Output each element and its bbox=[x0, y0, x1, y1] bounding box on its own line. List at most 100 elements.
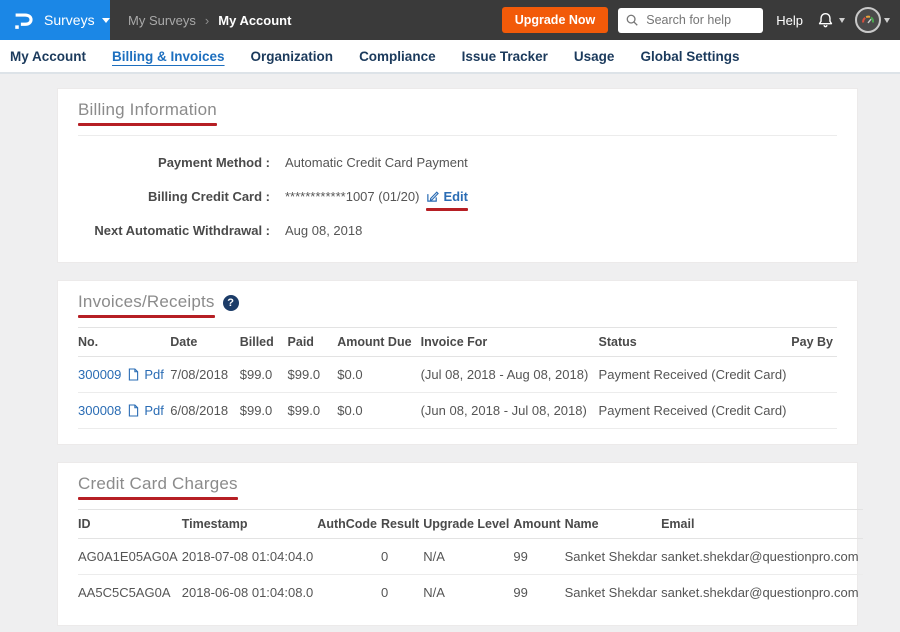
annotation-underline bbox=[78, 123, 217, 126]
invoice-number-link[interactable]: 300009 bbox=[78, 367, 121, 382]
col-no: No. bbox=[78, 328, 170, 357]
tab-organization[interactable]: Organization bbox=[251, 49, 334, 64]
col-paid: Paid bbox=[288, 328, 338, 357]
section-title: Credit Card Charges bbox=[78, 474, 238, 493]
charge-email: sanket.shekdar@questionpro.com bbox=[661, 575, 862, 611]
invoice-number-link[interactable]: 300008 bbox=[78, 403, 121, 418]
invoice-pdf-link[interactable]: Pdf bbox=[144, 403, 164, 418]
help-link[interactable]: Help bbox=[776, 13, 803, 28]
col-timestamp: Timestamp bbox=[182, 510, 318, 539]
charge-result: 0 bbox=[381, 575, 423, 611]
pdf-icon bbox=[128, 368, 139, 381]
next-withdrawal-row: Next Automatic Withdrawal : Aug 08, 2018 bbox=[78, 213, 837, 247]
invoice-status: Payment Received (Credit Card) bbox=[599, 393, 792, 429]
charge-timestamp: 2018-07-08 01:04:04.0 bbox=[182, 539, 318, 575]
charge-id: AA5C5C5AG0A bbox=[78, 575, 182, 611]
invoice-status: Payment Received (Credit Card) bbox=[599, 357, 792, 393]
field-label: Payment Method : bbox=[78, 155, 270, 170]
notifications-button[interactable] bbox=[815, 10, 845, 31]
avatar bbox=[855, 7, 881, 33]
invoice-for: (Jun 08, 2018 - Jul 08, 2018) bbox=[421, 393, 599, 429]
invoice-pdf-link[interactable]: Pdf bbox=[144, 367, 164, 382]
chevron-down-icon bbox=[884, 18, 890, 23]
account-nav: My Account Billing & Invoices Organizati… bbox=[0, 40, 900, 74]
charges-table: ID Timestamp AuthCode Result Upgrade Lev… bbox=[78, 509, 863, 610]
payment-method-row: Payment Method : Automatic Credit Card P… bbox=[78, 145, 837, 179]
help-icon[interactable]: ? bbox=[223, 295, 239, 311]
tab-issue-tracker[interactable]: Issue Tracker bbox=[462, 49, 548, 64]
charge-email: sanket.shekdar@questionpro.com bbox=[661, 539, 862, 575]
billing-information-card: Billing Information Payment Method : Aut… bbox=[57, 88, 858, 263]
edit-credit-card-link[interactable]: Edit bbox=[443, 189, 468, 204]
breadcrumb-separator-icon: › bbox=[205, 13, 209, 28]
product-switcher[interactable]: Surveys bbox=[0, 0, 110, 40]
payment-method-value: Automatic Credit Card Payment bbox=[285, 155, 468, 170]
col-amount-due: Amount Due bbox=[337, 328, 420, 357]
chevron-down-icon bbox=[839, 18, 845, 23]
search-input[interactable] bbox=[644, 12, 756, 28]
charge-row: AA5C5C5AG0A 2018-06-08 01:04:08.0 0 N/A … bbox=[78, 575, 863, 611]
bell-icon bbox=[815, 10, 836, 31]
account-menu-button[interactable] bbox=[855, 7, 890, 33]
invoice-amount-due: $0.0 bbox=[337, 357, 420, 393]
chevron-down-icon bbox=[102, 18, 110, 23]
upgrade-now-button[interactable]: Upgrade Now bbox=[502, 7, 609, 33]
tab-compliance[interactable]: Compliance bbox=[359, 49, 436, 64]
next-withdrawal-value: Aug 08, 2018 bbox=[285, 223, 362, 238]
col-upgrade-level: Upgrade Level bbox=[423, 510, 513, 539]
product-name: Surveys bbox=[44, 12, 95, 28]
col-billed: Billed bbox=[240, 328, 288, 357]
invoice-for: (Jul 08, 2018 - Aug 08, 2018) bbox=[421, 357, 599, 393]
gauge-icon bbox=[858, 10, 878, 30]
charge-authcode bbox=[317, 575, 381, 611]
invoice-amount-due: $0.0 bbox=[337, 393, 420, 429]
invoice-row: 300008 Pdf 6/08/2018 $99.0 $99.0 $0.0 bbox=[78, 393, 837, 429]
invoice-billed: $99.0 bbox=[240, 393, 288, 429]
section-title: Billing Information bbox=[78, 100, 217, 119]
breadcrumb-parent[interactable]: My Surveys bbox=[128, 13, 196, 28]
charge-authcode bbox=[317, 539, 381, 575]
charge-amount: 99 bbox=[513, 539, 564, 575]
charge-result: 0 bbox=[381, 539, 423, 575]
charge-upgrade-level: N/A bbox=[423, 575, 513, 611]
col-pay-by: Pay By bbox=[791, 328, 837, 357]
breadcrumb: My Surveys › My Account bbox=[128, 13, 291, 28]
invoice-paid: $99.0 bbox=[288, 357, 338, 393]
invoices-receipts-card: Invoices/Receipts ? No. Date Billed Paid… bbox=[57, 280, 858, 445]
invoice-pay-by bbox=[791, 357, 837, 393]
invoice-billed: $99.0 bbox=[240, 357, 288, 393]
invoices-table: No. Date Billed Paid Amount Due Invoice … bbox=[78, 327, 837, 429]
annotation-underline bbox=[426, 208, 468, 211]
tab-billing-invoices[interactable]: Billing & Invoices bbox=[112, 49, 225, 64]
col-authcode: AuthCode bbox=[317, 510, 381, 539]
tab-global-settings[interactable]: Global Settings bbox=[640, 49, 739, 64]
section-title: Invoices/Receipts bbox=[78, 292, 215, 311]
field-label: Billing Credit Card : bbox=[78, 189, 270, 204]
col-result: Result bbox=[381, 510, 423, 539]
invoice-date: 6/08/2018 bbox=[170, 393, 240, 429]
search-icon bbox=[625, 13, 639, 27]
tab-usage[interactable]: Usage bbox=[574, 49, 615, 64]
charge-name: Sanket Shekdar bbox=[565, 539, 662, 575]
charge-upgrade-level: N/A bbox=[423, 539, 513, 575]
edit-icon bbox=[426, 190, 439, 203]
billing-credit-card-row: Billing Credit Card : ************1007 (… bbox=[78, 179, 837, 213]
breadcrumb-current: My Account bbox=[218, 13, 291, 28]
credit-card-charges-card: Credit Card Charges ID Timestamp AuthCod… bbox=[57, 462, 858, 626]
charge-id: AG0A1E05AG0A bbox=[78, 539, 182, 575]
questionpro-logo-icon bbox=[11, 8, 35, 32]
col-amount: Amount bbox=[513, 510, 564, 539]
main-content: Billing Information Payment Method : Aut… bbox=[0, 74, 900, 626]
top-bar: Surveys My Surveys › My Account Upgrade … bbox=[0, 0, 900, 40]
invoice-pay-by bbox=[791, 393, 837, 429]
tab-my-account[interactable]: My Account bbox=[10, 49, 86, 64]
charge-timestamp: 2018-06-08 01:04:08.0 bbox=[182, 575, 318, 611]
help-search-box[interactable] bbox=[618, 8, 763, 33]
annotation-underline bbox=[78, 497, 238, 500]
pdf-icon bbox=[128, 404, 139, 417]
invoice-paid: $99.0 bbox=[288, 393, 338, 429]
credit-card-value: ************1007 (01/20) bbox=[285, 189, 419, 204]
col-id: ID bbox=[78, 510, 182, 539]
annotation-underline bbox=[78, 315, 215, 318]
field-label: Next Automatic Withdrawal : bbox=[78, 223, 270, 238]
